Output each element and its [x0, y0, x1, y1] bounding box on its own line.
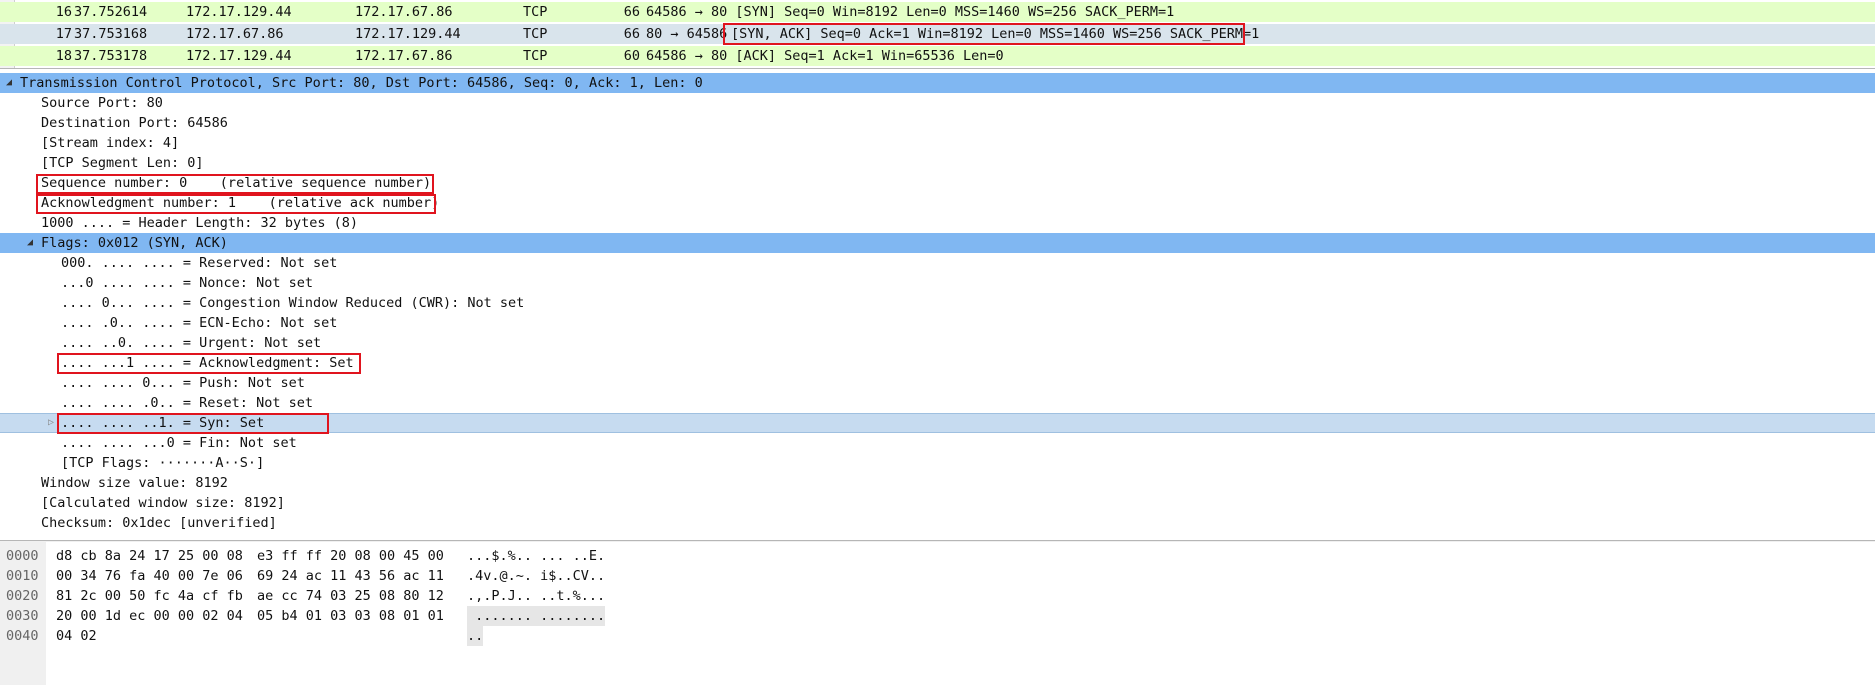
- tree-item[interactable]: Source Port: 80: [0, 93, 1875, 113]
- packet-source: 172.17.67.86: [186, 26, 284, 42]
- packet-protocol: TCP: [523, 48, 548, 64]
- packet-destination: 172.17.67.86: [355, 4, 453, 20]
- packet-time: 37.752614: [74, 4, 148, 20]
- annotation-box-seq: [36, 174, 434, 194]
- packet-length: 66: [623, 4, 640, 20]
- ascii-bytes[interactable]: ....... ........: [467, 606, 606, 626]
- packet-time: 37.753178: [74, 48, 148, 64]
- ascii-bytes[interactable]: ...$.%.. ... ..E.: [467, 546, 605, 566]
- packet-details-tree[interactable]: ◢ Transmission Control Protocol, Src Por…: [0, 72, 1875, 540]
- packet-bytes-pane[interactable]: 0000 d8 cb 8a 24 17 25 00 08 e3 ff ff 20…: [0, 542, 1875, 685]
- tree-item[interactable]: .... ..0. .... = Urgent: Not set: [0, 333, 1875, 353]
- flag-reserved: 000. .... .... = Reserved: Not set: [61, 255, 338, 271]
- ascii-bytes[interactable]: ..: [467, 626, 484, 646]
- hex-bytes[interactable]: 20 00 1d ec 00 00 02 04: [56, 606, 243, 626]
- byte-offset: 0010: [6, 568, 39, 584]
- source-port: Source Port: 80: [41, 95, 163, 111]
- tree-item[interactable]: Destination Port: 64586: [0, 113, 1875, 133]
- tree-item[interactable]: 1000 .... = Header Length: 32 bytes (8): [0, 213, 1875, 233]
- byte-offset: 0000: [6, 548, 39, 564]
- packet-info: 64586 → 80 [ACK] Seq=1 Ack=1 Win=65536 L…: [646, 48, 1004, 64]
- checksum: Checksum: 0x1dec [unverified]: [41, 515, 277, 531]
- hex-bytes[interactable]: e3 ff ff 20 08 00 45 00: [257, 546, 444, 566]
- annotation-box-ack-flag: [57, 353, 361, 374]
- expand-icon[interactable]: ▷: [45, 414, 57, 432]
- hex-bytes[interactable]: 04 02: [56, 626, 97, 646]
- tree-item[interactable]: .... .... .0.. = Reset: Not set: [0, 393, 1875, 413]
- packet-info: 64586 → 80 [SYN] Seq=0 Win=8192 Len=0 MS…: [646, 4, 1175, 20]
- annotation-box-syn-flag: [57, 413, 329, 434]
- header-length: 1000 .... = Header Length: 32 bytes (8): [41, 215, 358, 231]
- packet-protocol: TCP: [523, 26, 548, 42]
- annotation-box-ack: [36, 194, 436, 214]
- packet-length: 60: [623, 48, 640, 64]
- tcp-header: Transmission Control Protocol, Src Port:…: [20, 75, 703, 91]
- annotation-box-syn-ack: [723, 23, 1245, 45]
- tcp-flags-summary: [TCP Flags: ·······A··S·]: [61, 455, 265, 471]
- hex-bytes[interactable]: 81 2c 00 50 fc 4a cf fb: [56, 586, 243, 606]
- packet-number: 18: [55, 48, 72, 64]
- byte-offset: 0020: [6, 588, 39, 604]
- flag-cwr: .... 0... .... = Congestion Window Reduc…: [61, 295, 525, 311]
- tree-item[interactable]: [TCP Flags: ·······A··S·]: [0, 453, 1875, 473]
- packet-source: 172.17.129.44: [186, 4, 292, 20]
- packet-info-ports: 80 → 64586: [646, 26, 736, 42]
- hex-bytes[interactable]: d8 cb 8a 24 17 25 00 08: [56, 546, 243, 566]
- tree-item[interactable]: [Calculated window size: 8192]: [0, 493, 1875, 513]
- ascii-bytes[interactable]: .4v.@.~. i$..CV..: [467, 566, 605, 586]
- byte-offset: 0040: [6, 628, 39, 644]
- tree-item[interactable]: [Stream index: 4]: [0, 133, 1875, 153]
- tree-item[interactable]: .... .0.. .... = ECN-Echo: Not set: [0, 313, 1875, 333]
- packet-destination: 172.17.67.86: [355, 48, 453, 64]
- packet-destination: 172.17.129.44: [355, 26, 461, 42]
- tree-item[interactable]: .... .... 0... = Push: Not set: [0, 373, 1875, 393]
- packet-length: 66: [623, 26, 640, 42]
- packet-row[interactable]: 18 37.753178 172.17.129.44 172.17.67.86 …: [0, 46, 1875, 66]
- byte-offset: 0030: [6, 608, 39, 624]
- window-size: Window size value: 8192: [41, 475, 228, 491]
- ascii-bytes[interactable]: .,.P.J.. ..t.%...: [467, 586, 605, 606]
- tree-node-tcp[interactable]: ◢ Transmission Control Protocol, Src Por…: [0, 73, 1875, 93]
- tree-item[interactable]: .... .... ...0 = Fin: Not set: [0, 433, 1875, 453]
- segment-length: [TCP Segment Len: 0]: [41, 155, 204, 171]
- hex-bytes[interactable]: 00 34 76 fa 40 00 7e 06: [56, 566, 243, 586]
- tree-item[interactable]: ...0 .... .... = Nonce: Not set: [0, 273, 1875, 293]
- packet-source: 172.17.129.44: [186, 48, 292, 64]
- flag-reset: .... .... .0.. = Reset: Not set: [61, 395, 313, 411]
- packet-list[interactable]: 16 37.752614 172.17.129.44 172.17.67.86 …: [0, 0, 1875, 69]
- hex-bytes[interactable]: ae cc 74 03 25 08 80 12: [257, 586, 444, 606]
- hex-bytes[interactable]: 69 24 ac 11 43 56 ac 11: [257, 566, 444, 586]
- tree-node-flags[interactable]: ◢ Flags: 0x012 (SYN, ACK): [0, 233, 1875, 253]
- packet-protocol: TCP: [523, 4, 548, 20]
- flag-ecn-echo: .... .0.. .... = ECN-Echo: Not set: [61, 315, 338, 331]
- flag-fin: .... .... ...0 = Fin: Not set: [61, 435, 297, 451]
- packet-time: 37.753168: [74, 26, 148, 42]
- tree-item[interactable]: Checksum: 0x1dec [unverified]: [0, 513, 1875, 533]
- collapse-icon[interactable]: ◢: [3, 73, 15, 93]
- tree-item[interactable]: [TCP Segment Len: 0]: [0, 153, 1875, 173]
- destination-port: Destination Port: 64586: [41, 115, 228, 131]
- flag-push: .... .... 0... = Push: Not set: [61, 375, 305, 391]
- flag-nonce: ...0 .... .... = Nonce: Not set: [61, 275, 313, 291]
- packet-number: 17: [55, 26, 72, 42]
- stream-index: [Stream index: 4]: [41, 135, 180, 151]
- flags: Flags: 0x012 (SYN, ACK): [41, 235, 228, 251]
- tree-item[interactable]: .... 0... .... = Congestion Window Reduc…: [0, 293, 1875, 313]
- tree-item[interactable]: 000. .... .... = Reserved: Not set: [0, 253, 1875, 273]
- packet-row[interactable]: 16 37.752614 172.17.129.44 172.17.67.86 …: [0, 2, 1875, 22]
- packet-number: 16: [55, 4, 72, 20]
- tree-item[interactable]: Window size value: 8192: [0, 473, 1875, 493]
- collapse-icon[interactable]: ◢: [24, 233, 36, 253]
- flag-urgent: .... ..0. .... = Urgent: Not set: [61, 335, 322, 351]
- calculated-window-size: [Calculated window size: 8192]: [41, 495, 285, 511]
- hex-bytes[interactable]: 05 b4 01 03 03 08 01 01: [257, 606, 444, 626]
